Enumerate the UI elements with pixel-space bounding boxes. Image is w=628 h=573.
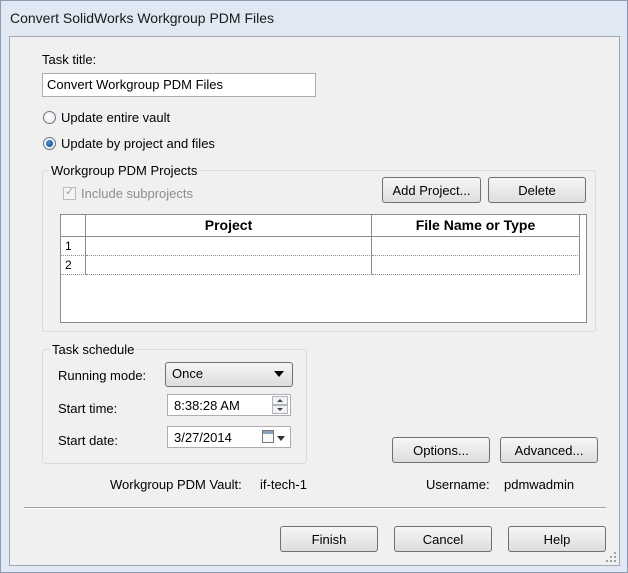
include-subprojects-checkbox[interactable] bbox=[63, 185, 76, 200]
update-by-project-label[interactable]: Update by project and files bbox=[61, 136, 215, 151]
projects-table[interactable]: Project File Name or Type 1 2 bbox=[60, 214, 587, 323]
update-by-project-radio[interactable] bbox=[43, 137, 56, 150]
table-corner bbox=[61, 215, 86, 237]
delete-button[interactable]: Delete bbox=[488, 177, 586, 203]
start-date-value: 3/27/2014 bbox=[174, 430, 232, 445]
help-button[interactable]: Help bbox=[508, 526, 606, 552]
vault-value: if-tech-1 bbox=[260, 477, 307, 492]
running-mode-value: Once bbox=[172, 366, 204, 381]
username-value: pdmwadmin bbox=[504, 477, 575, 492]
column-header-file-name[interactable]: File Name or Type bbox=[372, 215, 580, 237]
calendar-icon[interactable] bbox=[262, 430, 274, 443]
cancel-button[interactable]: Cancel bbox=[394, 526, 492, 552]
table-cell-project[interactable] bbox=[86, 237, 372, 256]
chevron-down-icon bbox=[274, 371, 284, 377]
task-title-input[interactable]: Convert Workgroup PDM Files bbox=[42, 73, 316, 97]
projects-group-label: Workgroup PDM Projects bbox=[49, 163, 200, 178]
table-cell-file[interactable] bbox=[372, 256, 580, 275]
running-mode-dropdown[interactable]: Once bbox=[165, 362, 293, 387]
title-bar[interactable]: Convert SolidWorks Workgroup PDM Files bbox=[1, 1, 627, 35]
finish-button[interactable]: Finish bbox=[280, 526, 378, 552]
spin-down-button[interactable] bbox=[272, 405, 288, 414]
arrow-down-icon bbox=[277, 408, 283, 411]
table-cell-file[interactable] bbox=[372, 237, 580, 256]
running-mode-label: Running mode: bbox=[58, 368, 147, 383]
calendar-icon-header bbox=[263, 431, 273, 434]
schedule-group-label: Task schedule bbox=[50, 342, 137, 357]
task-title-label: Task title: bbox=[42, 52, 96, 67]
username-label: Username: bbox=[426, 477, 490, 492]
advanced-button[interactable]: Advanced... bbox=[500, 437, 598, 463]
include-subprojects-label[interactable]: Include subprojects bbox=[81, 186, 193, 201]
vault-label: Workgroup PDM Vault: bbox=[110, 477, 242, 492]
spin-up-button[interactable] bbox=[272, 396, 288, 405]
start-time-input[interactable]: 8:38:28 AM bbox=[167, 394, 291, 416]
add-project-button[interactable]: Add Project... bbox=[382, 177, 481, 203]
update-entire-vault-label[interactable]: Update entire vault bbox=[61, 110, 170, 125]
start-date-input[interactable]: 3/27/2014 bbox=[167, 426, 291, 448]
update-entire-vault-radio[interactable] bbox=[43, 111, 56, 124]
chevron-down-icon[interactable] bbox=[277, 436, 285, 441]
arrow-up-icon bbox=[277, 399, 283, 402]
dialog-body: Task title: Convert Workgroup PDM Files … bbox=[9, 36, 620, 566]
window-title: Convert SolidWorks Workgroup PDM Files bbox=[10, 10, 275, 26]
row-number: 1 bbox=[61, 237, 86, 256]
row-number: 2 bbox=[61, 256, 86, 275]
divider bbox=[24, 507, 606, 509]
options-button[interactable]: Options... bbox=[392, 437, 490, 463]
task-title-label-text: Task title: bbox=[42, 52, 97, 67]
start-time-value: 8:38:28 AM bbox=[174, 398, 240, 413]
start-time-label: Start time: bbox=[58, 401, 118, 416]
table-cell-project[interactable] bbox=[86, 256, 372, 275]
column-header-project[interactable]: Project bbox=[86, 215, 372, 237]
start-date-label: Start date: bbox=[58, 433, 118, 448]
resize-grip-icon[interactable] bbox=[605, 551, 617, 563]
dialog-window: Convert SolidWorks Workgroup PDM Files T… bbox=[0, 0, 628, 573]
